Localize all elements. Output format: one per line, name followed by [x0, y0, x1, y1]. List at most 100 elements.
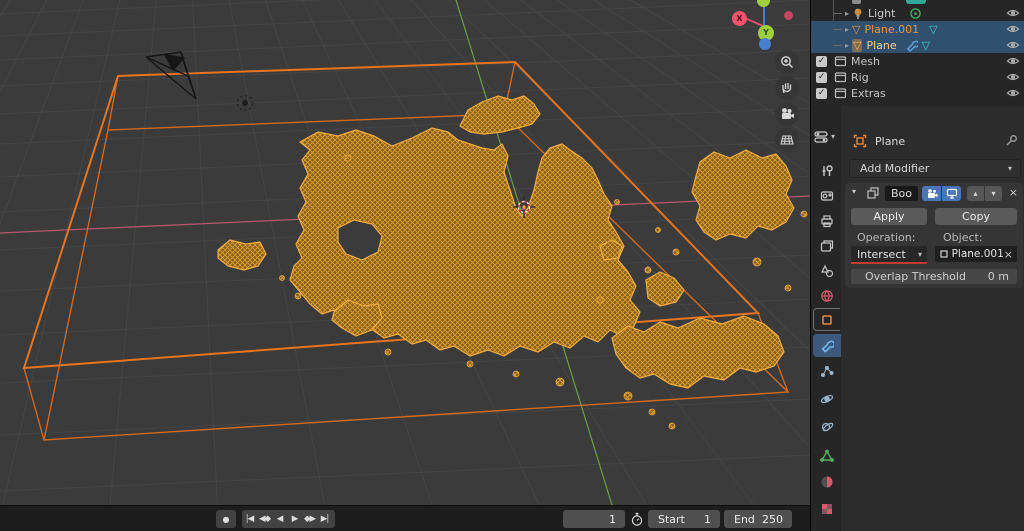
eye-icon[interactable]: [1006, 7, 1020, 19]
apply-button[interactable]: Apply: [851, 208, 927, 225]
outliner-row-plane[interactable]: ▸ ▽ Plane ▽: [811, 37, 1024, 53]
3d-viewport[interactable]: X Y: [0, 0, 810, 505]
mesh-east-island[interactable]: [691, 149, 795, 241]
tab-material[interactable]: [813, 470, 840, 493]
magnifier-plus-icon: [781, 56, 793, 68]
nav-gizmo[interactable]: X Y: [720, 0, 810, 60]
panel-expand-icon[interactable]: ▾: [852, 187, 856, 196]
prev-keyframe-button[interactable]: ◀◆: [257, 514, 272, 524]
current-frame-field[interactable]: 1: [563, 510, 625, 528]
eye-icon[interactable]: [1006, 39, 1020, 51]
tab-scene[interactable]: [813, 259, 840, 282]
object-selector-field[interactable]: Plane.001 ×: [935, 246, 1017, 262]
tab-world[interactable]: [813, 284, 840, 307]
pin-icon[interactable]: [1005, 134, 1018, 147]
camera-view-button[interactable]: [775, 102, 799, 126]
tool-icon: [822, 164, 833, 176]
tab-particles[interactable]: [813, 359, 840, 382]
pan-button[interactable]: [775, 76, 799, 100]
gizmo-x-ball[interactable]: X: [732, 11, 747, 26]
particles-icon: [820, 365, 833, 377]
operation-dropdown[interactable]: Intersect ▾: [851, 246, 927, 262]
tab-object-data[interactable]: [813, 444, 840, 467]
timeline-bar[interactable]: ● |◀ ◀◆ ◀ ▶ ◆▶ ▶| 1 Start 1 End 250: [0, 505, 810, 531]
collection-checkbox[interactable]: ✓: [816, 87, 827, 99]
collection-icon: [834, 88, 847, 99]
eye-icon[interactable]: [1006, 71, 1020, 83]
end-frame-field[interactable]: End 250: [724, 510, 792, 528]
tab-render[interactable]: [813, 184, 840, 207]
collection-checkbox[interactable]: ✓: [816, 71, 827, 83]
start-frame-field[interactable]: Start 1: [648, 510, 720, 528]
expand-icon[interactable]: ▸: [842, 25, 852, 34]
play-reverse-button[interactable]: ◀: [272, 514, 287, 524]
mesh-data-icon: ▽: [929, 22, 938, 36]
outliner-row-light[interactable]: ▸ Light: [811, 5, 1024, 21]
chevron-down-icon: ▾: [1007, 164, 1012, 173]
gizmo-z-neg-ball[interactable]: [759, 38, 771, 50]
tab-physics[interactable]: [813, 387, 840, 410]
tab-view-layer[interactable]: [813, 234, 840, 257]
mesh-west-islet[interactable]: [217, 239, 267, 271]
remove-modifier-button[interactable]: ×: [1009, 186, 1018, 199]
modifier-name-field[interactable]: Boo: [885, 186, 918, 201]
jump-end-button[interactable]: ▶|: [317, 514, 332, 524]
record-button[interactable]: ●: [216, 510, 236, 528]
properties-content: Plane Add Modifier ▾ ▾ Boo ▴ ▾ × Apply C…: [841, 106, 1024, 531]
texture-icon: [821, 503, 832, 514]
breadcrumb-object-name: Plane: [875, 134, 906, 148]
tab-tool[interactable]: [813, 159, 840, 182]
material-icon: [821, 476, 832, 487]
operation-label: Operation:: [857, 231, 916, 244]
outliner-editor[interactable]: ▸ Light ▸ ▽ Plane.001 ▽ ▸ ▽ Plane ▽ ✓ Me…: [811, 0, 1024, 106]
play-button[interactable]: ▶: [287, 514, 302, 524]
render-toggle[interactable]: [922, 186, 941, 201]
tab-modifier[interactable]: [813, 334, 841, 357]
printer-icon: [820, 214, 833, 227]
grid-ortho-button[interactable]: [775, 128, 799, 152]
add-modifier-dropdown[interactable]: Add Modifier ▾: [849, 159, 1021, 178]
expand-icon[interactable]: ▸: [842, 9, 852, 18]
world-icon: [820, 289, 833, 302]
move-up-button[interactable]: ▴: [967, 186, 984, 201]
next-keyframe-button[interactable]: ◆▶: [302, 514, 317, 524]
eye-icon[interactable]: [1006, 55, 1020, 67]
outliner-row-plane001[interactable]: ▸ ▽ Plane.001 ▽: [811, 21, 1024, 37]
arrow-down-icon: ▾: [991, 189, 996, 198]
eye-icon[interactable]: [1006, 87, 1020, 99]
viewport-display-toggle[interactable]: [942, 186, 961, 201]
properties-tab-strip: ▾: [811, 106, 841, 531]
playback-controls: |◀ ◀◆ ◀ ▶ ◆▶ ▶|: [242, 510, 335, 528]
overlap-threshold-slider[interactable]: Overlap Threshold 0 m: [851, 269, 1017, 284]
gizmo-x-neg-ball[interactable]: [784, 11, 793, 20]
jump-start-button[interactable]: |◀: [242, 514, 257, 524]
move-down-button[interactable]: ▾: [985, 186, 1002, 201]
camera-data-badge-clipped: [906, 0, 926, 4]
mesh-top-islet[interactable]: [459, 95, 541, 135]
outliner-row-mesh-collection[interactable]: ✓ Mesh: [811, 53, 1024, 69]
mesh-mid-islet[interactable]: [645, 271, 685, 307]
tab-constraints[interactable]: [813, 415, 840, 438]
movie-camera-icon: [782, 108, 794, 119]
editor-type-selector[interactable]: ▾: [814, 130, 835, 147]
outliner-row-extras-collection[interactable]: ✓ Extras: [811, 85, 1024, 101]
properties-editor-icon: [814, 131, 828, 143]
clear-object-button[interactable]: ×: [1004, 248, 1013, 261]
tab-texture[interactable]: [813, 497, 840, 520]
physics-icon: [820, 394, 833, 403]
tree-tick: [833, 44, 842, 46]
zoom-button[interactable]: [775, 50, 799, 74]
mesh-data-icon: ▽: [921, 38, 931, 52]
collection-checkbox[interactable]: ✓: [816, 55, 827, 67]
eye-icon[interactable]: [1006, 23, 1020, 35]
boolean-modifier-panel: ▾ Boo ▴ ▾ × Apply Copy Operation: Object…: [845, 183, 1023, 288]
copy-button[interactable]: Copy: [935, 208, 1017, 225]
tab-object[interactable]: [813, 308, 840, 331]
mesh-southeast-island[interactable]: [611, 315, 785, 389]
blender-window: X Y ● |◀ ◀◆ ◀ ▶ ◆▶ ▶| 1 Start 1 End 250 …: [0, 0, 1024, 531]
object-data-icon: [819, 449, 834, 462]
boolean-modifier-icon: [867, 187, 879, 199]
expand-icon[interactable]: ▸: [842, 41, 852, 50]
outliner-row-rig-collection[interactable]: ✓ Rig: [811, 69, 1024, 85]
tab-output[interactable]: [813, 209, 840, 232]
